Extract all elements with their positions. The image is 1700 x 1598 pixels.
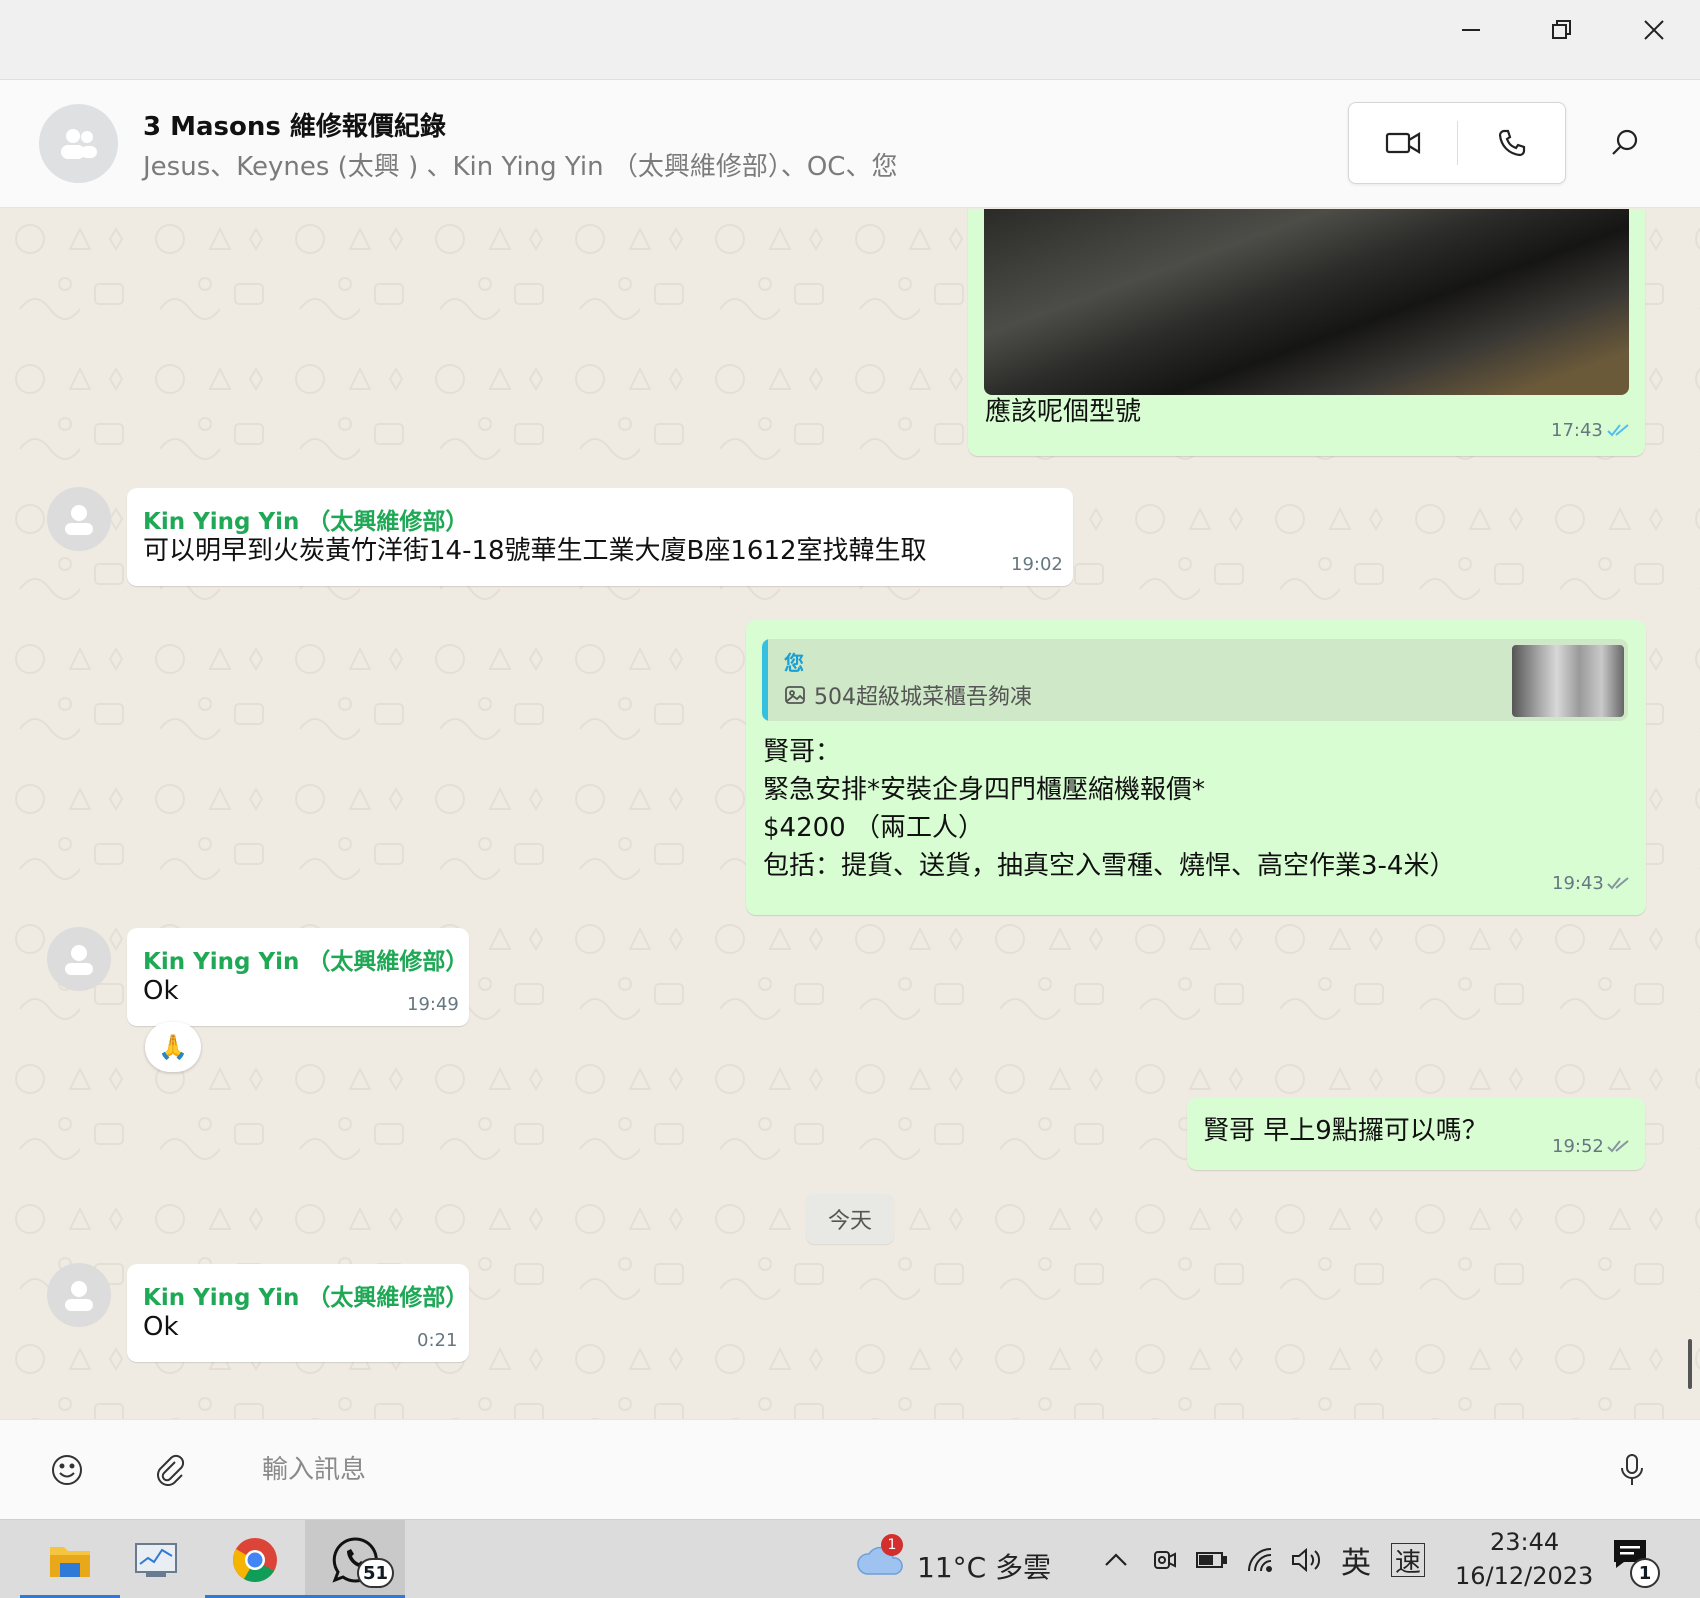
tray-battery[interactable] xyxy=(1191,1540,1231,1580)
tray-network[interactable] xyxy=(1242,1540,1282,1580)
message-photo[interactable] xyxy=(984,209,1629,395)
sender-name[interactable]: Kin Ying Yin （太興維修部） xyxy=(143,942,468,976)
quote-thumbnail xyxy=(1512,645,1624,717)
clock-date[interactable]: 16/12/2023 xyxy=(1455,1562,1593,1590)
taskbar-whatsapp[interactable]: 51 xyxy=(305,1520,405,1598)
sender-name[interactable]: Kin Ying Yin （太興維修部） xyxy=(143,1278,468,1312)
message-caption: 應該呢個型號 xyxy=(985,397,1142,427)
search-button[interactable] xyxy=(1590,110,1660,176)
message-bubble-incoming[interactable]: Kin Ying Yin （太興維修部） 可以明早到火炭黃竹洋街14-18號華生… xyxy=(127,488,1073,586)
chrome-icon xyxy=(233,1537,277,1582)
attach-button[interactable] xyxy=(145,1445,195,1495)
restore-button[interactable] xyxy=(1516,0,1608,60)
quoted-message[interactable]: 您 504超級城菜櫃吾夠凍 xyxy=(762,639,1628,721)
message-input[interactable] xyxy=(262,1448,1562,1492)
message-reaction[interactable]: 🙏 xyxy=(145,1022,201,1072)
tray-volume[interactable] xyxy=(1287,1540,1327,1580)
message-bubble-incoming[interactable]: Kin Ying Yin （太興維修部） Ok 0:21 xyxy=(127,1264,469,1362)
image-icon xyxy=(785,686,805,704)
minimize-button[interactable] xyxy=(1425,0,1517,60)
person-icon xyxy=(65,505,93,535)
group-icon xyxy=(60,128,97,159)
monitor-chart-icon xyxy=(135,1542,177,1577)
compose-bar xyxy=(0,1419,1700,1519)
message-time: 19:43 xyxy=(1552,873,1604,894)
message-time: 19:02 xyxy=(1011,554,1063,575)
message-time: 19:52 xyxy=(1552,1136,1604,1157)
phone-icon xyxy=(1498,129,1526,157)
avatar[interactable] xyxy=(47,1263,111,1327)
message-line: 包括：提貨、送貨，抽真空入雪種、燒悍、高空作業3-4米） xyxy=(763,851,1456,881)
delivered-double-tick-icon xyxy=(1607,877,1629,890)
weather-text: 11°C 多雲 xyxy=(917,1551,1052,1584)
wifi-icon xyxy=(1248,1548,1272,1572)
message-time: 0:21 xyxy=(417,1330,458,1351)
chat-header[interactable]: 3 Masons 維修報價紀錄 Jesus、Keynes (太興 ) 、Kin … xyxy=(0,80,1700,208)
weather-alert-badge: 1 xyxy=(881,1534,903,1556)
message-text: 賢哥 早上9點攞可以嗎？ xyxy=(1203,1116,1488,1146)
notification-count-badge: 1 xyxy=(1630,1558,1660,1588)
delivered-double-tick-icon xyxy=(1607,1140,1629,1153)
quote-text: 504超級城菜櫃吾夠凍 xyxy=(814,685,1032,710)
close-button[interactable] xyxy=(1608,0,1700,60)
avatar[interactable] xyxy=(47,927,111,991)
read-double-tick-icon xyxy=(1607,424,1629,437)
message-time: 17:43 xyxy=(1551,420,1603,441)
minimize-icon xyxy=(1462,29,1480,31)
ime-language-indicator[interactable]: 英 xyxy=(1336,1540,1376,1581)
search-icon xyxy=(1612,129,1638,155)
message-line: 賢哥： xyxy=(763,737,842,767)
microphone-icon xyxy=(1621,1454,1643,1485)
video-camera-icon xyxy=(1385,132,1421,154)
close-icon xyxy=(1644,20,1664,40)
window-titlebar xyxy=(0,0,1700,80)
speaker-icon xyxy=(1292,1547,1321,1573)
clock-time[interactable]: 23:44 xyxy=(1490,1528,1559,1556)
message-line: 緊急安排*安裝企身四門櫃壓縮機報價* xyxy=(763,775,1206,805)
restore-icon xyxy=(1552,20,1571,39)
notification-center-button[interactable]: 1 xyxy=(1612,1538,1662,1588)
group-avatar[interactable] xyxy=(39,104,118,183)
video-call-button[interactable] xyxy=(1349,103,1457,183)
ime-speed-mode[interactable]: 速 xyxy=(1391,1543,1425,1578)
message-text: Ok xyxy=(143,976,179,1006)
message-bubble-incoming[interactable]: Kin Ying Yin （太興維修部） Ok 19:49 xyxy=(127,928,469,1026)
date-separator: 今天 xyxy=(806,1194,894,1244)
message-bubble-outgoing[interactable]: 賢哥 早上9點攞可以嗎？ 19:52 xyxy=(1187,1098,1645,1170)
chat-members: Jesus、Keynes (太興 ) 、Kin Ying Yin （太興維修部）… xyxy=(143,152,898,182)
quote-author: 您 xyxy=(784,651,804,675)
chat-area[interactable]: 應該呢個型號 17:43 Kin Ying Yin （太興維修部） 可以明早到火… xyxy=(0,209,1700,1419)
voice-message-button[interactable] xyxy=(1607,1445,1657,1495)
scrollbar-thumb[interactable] xyxy=(1688,1339,1692,1389)
battery-icon xyxy=(1196,1552,1227,1568)
emoji-icon xyxy=(52,1455,82,1485)
chevron-up-icon xyxy=(1105,1553,1127,1566)
chat-title: 3 Masons 維修報價紀錄 xyxy=(143,112,446,142)
taskbar-task-manager[interactable] xyxy=(106,1520,206,1598)
weather-widget[interactable]: 1 11°C 多雲 xyxy=(855,1530,1051,1590)
message-time: 19:49 xyxy=(407,994,459,1015)
message-line: $4200 （兩工人） xyxy=(763,813,984,843)
unread-count-badge: 51 xyxy=(357,1558,395,1588)
message-text: Ok xyxy=(143,1312,179,1342)
taskbar-chrome[interactable] xyxy=(205,1520,305,1598)
voice-call-button[interactable] xyxy=(1458,103,1566,183)
windows-taskbar: 51 1 11°C 多雲 英 速 23:44 16/12/2023 1 xyxy=(0,1519,1700,1598)
avatar[interactable] xyxy=(47,487,111,551)
person-icon xyxy=(65,945,93,975)
call-buttons-group xyxy=(1348,102,1566,184)
quote-accent-bar xyxy=(762,639,768,721)
message-bubble-outgoing[interactable]: 應該呢個型號 17:43 xyxy=(968,209,1645,456)
paperclip-icon xyxy=(157,1454,185,1486)
camera-mic-icon xyxy=(1154,1551,1176,1569)
tray-meet-now[interactable] xyxy=(1145,1540,1185,1580)
taskbar-file-explorer[interactable] xyxy=(20,1520,120,1598)
show-hidden-icons-button[interactable] xyxy=(1096,1540,1136,1580)
emoji-button[interactable] xyxy=(42,1445,92,1495)
message-text: 可以明早到火炭黃竹洋街14-18號華生工業大廈B座1612室找韓生取 xyxy=(143,536,927,566)
quote-content: 504超級城菜櫃吾夠凍 xyxy=(784,679,1032,711)
sender-name[interactable]: Kin Ying Yin （太興維修部） xyxy=(143,502,468,536)
folder-icon xyxy=(50,1546,90,1577)
person-icon xyxy=(65,1281,93,1311)
